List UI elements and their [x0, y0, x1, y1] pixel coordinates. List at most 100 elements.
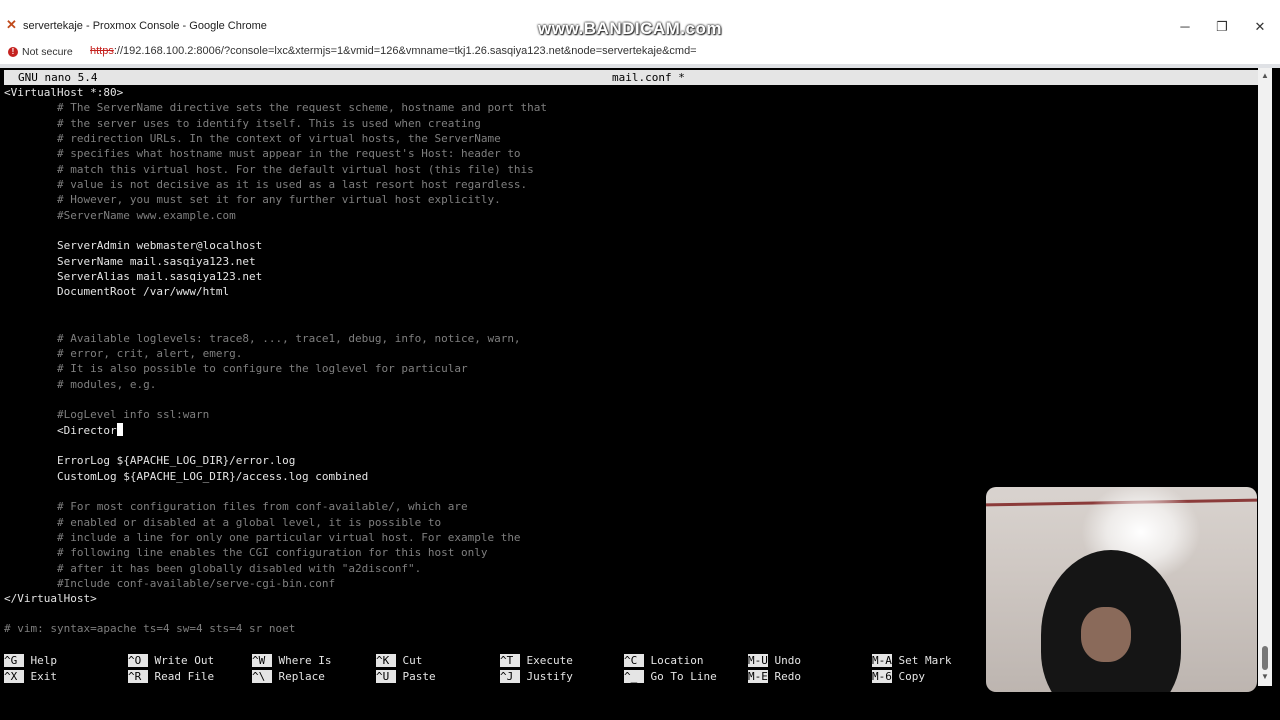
shortcut-label: Location [643, 654, 704, 667]
url-rest: ://192.168.100.2:8006/?console=lxc&xterm… [113, 45, 697, 57]
shortcut-key: ^G [4, 654, 24, 667]
shortcut-item: ^U Paste [376, 669, 436, 684]
code-line: # following line enables the CGI configu… [4, 545, 547, 560]
webcam-overlay [986, 487, 1257, 692]
text-cursor [116, 422, 124, 436]
code-line-text: # specifies what hostname must appear in… [4, 147, 521, 161]
code-line-text: ErrorLog ${APACHE_LOG_DIR}/error.log [4, 454, 296, 468]
code-line-text: #LogLevel info ssl:warn [4, 408, 210, 422]
code-line-text: # It is also possible to configure the l… [4, 362, 468, 376]
shortcut-item: ^X Exit [4, 669, 57, 684]
code-line: # redirection URLs. In the context of vi… [4, 131, 547, 146]
code-line-text: #Include conf-available/serve-cgi-bin.co… [4, 577, 336, 590]
code-line: <Director [4, 422, 547, 438]
code-line-text: # value is not decisive as it is used as… [4, 178, 528, 192]
code-line-text: ServerAlias mail.sasqiya123.net [4, 270, 263, 284]
window-title: servertekaje - Proxmox Console - Google … [23, 20, 267, 32]
shortcut-key: ^J [500, 669, 520, 683]
browser-title-bar: ✕ servertekaje - Proxmox Console - Googl… [0, 0, 1280, 41]
shortcut-key: M-6 [872, 669, 892, 683]
proxmox-logo-icon: ✕ [6, 17, 17, 32]
shortcut-key: ^O [128, 654, 148, 667]
code-line-text: # Available loglevels: trace8, ..., trac… [4, 331, 521, 345]
code-line: </VirtualHost> [4, 591, 547, 606]
shortcut-key: ^U [376, 669, 396, 683]
shortcut-label: Execute [519, 654, 573, 667]
security-label: Not secure [22, 46, 73, 58]
shortcut-label: Undo [767, 654, 801, 667]
shortcut-label: Copy [891, 669, 925, 683]
editor-buffer[interactable]: <VirtualHost *:80> # The ServerName dire… [4, 85, 547, 607]
code-line: # value is not decisive as it is used as… [4, 177, 547, 192]
code-line: # the server uses to identify itself. Th… [4, 116, 547, 131]
shortcut-key: M-U [748, 654, 768, 667]
nano-version: GNU nano 5.4 [18, 71, 98, 84]
shortcut-label: Read File [147, 669, 215, 683]
shortcut-item: ^W Where Is [252, 653, 331, 668]
code-line: # However, you must set it for any furth… [4, 192, 547, 207]
code-line-text: # error, crit, alert, emerg. [4, 346, 243, 360]
shortcut-item: ^T Execute [500, 653, 573, 668]
code-line-text: # modules, e.g. [4, 377, 157, 391]
shortcut-label: Redo [767, 669, 801, 683]
warning-icon: ! [8, 47, 18, 57]
shortcut-key: ^\ [252, 669, 272, 683]
code-line-text: ServerAdmin webmaster@localhost [4, 239, 263, 253]
code-line: # enabled or disabled at a global level,… [4, 515, 547, 530]
code-line-text: # include a line for only one particular… [4, 530, 521, 544]
nano-filename: mail.conf * [612, 71, 685, 84]
code-line-text: # The ServerName directive sets the requ… [4, 101, 548, 115]
shortcut-item: ^_ Go To Line [624, 669, 717, 684]
shortcut-key: ^R [128, 669, 148, 683]
code-line: # match this virtual host. For the defau… [4, 162, 547, 177]
shortcut-label: Cut [395, 654, 423, 667]
code-line-text: # redirection URLs. In the context of vi… [4, 132, 501, 146]
scroll-up-icon[interactable]: ▲ [1260, 71, 1270, 80]
shortcut-label: Replace [271, 669, 325, 683]
shortcut-item: ^G Help [4, 653, 57, 668]
shortcut-key: ^_ [624, 669, 644, 683]
code-line-text: # enabled or disabled at a global level,… [4, 515, 442, 529]
shortcut-item: ^K Cut [376, 653, 422, 668]
shortcut-item: M-6 Copy [872, 669, 925, 684]
shortcut-key: ^X [4, 669, 24, 683]
terminal-scrollbar[interactable]: ▲ ▼ [1258, 68, 1272, 686]
url-scheme: https [90, 45, 114, 57]
url-text[interactable]: https://192.168.100.2:8006/?console=lxc&… [90, 45, 697, 57]
shortcut-key: M-E [748, 669, 768, 683]
code-line-text: <VirtualHost *:80> [4, 86, 124, 99]
shortcut-label: Justify [519, 669, 573, 683]
code-line: #Include conf-available/serve-cgi-bin.co… [4, 576, 547, 591]
security-chip[interactable]: ! Not secure [8, 44, 73, 60]
code-line-text: </VirtualHost> [4, 592, 97, 606]
shortcut-item: M-A Set Mark [872, 653, 951, 668]
code-line-text: ServerName mail.sasqiya123.net [4, 254, 256, 268]
shortcut-item: ^J Justify [500, 669, 573, 684]
restore-button[interactable]: ❐ [1202, 16, 1242, 38]
close-button[interactable]: ✕ [1240, 16, 1280, 38]
shortcut-key: M-A [872, 654, 892, 667]
code-line: # error, crit, alert, emerg. [4, 346, 547, 361]
shortcut-label: Paste [395, 669, 436, 683]
code-line-text: CustomLog ${APACHE_LOG_DIR}/access.log c… [4, 469, 369, 483]
shortcut-key: ^C [624, 654, 644, 667]
scroll-down-icon[interactable]: ▼ [1260, 672, 1270, 681]
shortcut-label: Help [23, 654, 57, 667]
scrollbar-thumb[interactable] [1262, 646, 1268, 670]
shortcut-item: M-U Undo [748, 653, 801, 668]
nano-shortcut-bar: ^G Help ^O Write Out ^W Where Is ^K Cut ^T E… [4, 653, 1004, 685]
code-line: # It is also possible to configure the l… [4, 361, 547, 376]
shortcut-key: ^K [376, 654, 396, 667]
code-line: ServerAdmin webmaster@localhost [4, 238, 547, 253]
shortcut-label: Exit [23, 669, 57, 683]
shortcut-item: ^C Location [624, 653, 703, 668]
code-line-text: # match this virtual host. For the defau… [4, 162, 534, 176]
shortcut-key: ^W [252, 654, 272, 667]
code-line-text: # However, you must set it for any furth… [4, 193, 501, 207]
minimize-button[interactable]: ─ [1165, 16, 1205, 38]
nano-header: GNU nano 5.4 mail.conf * [4, 70, 1258, 85]
code-line: ErrorLog ${APACHE_LOG_DIR}/error.log [4, 453, 547, 468]
